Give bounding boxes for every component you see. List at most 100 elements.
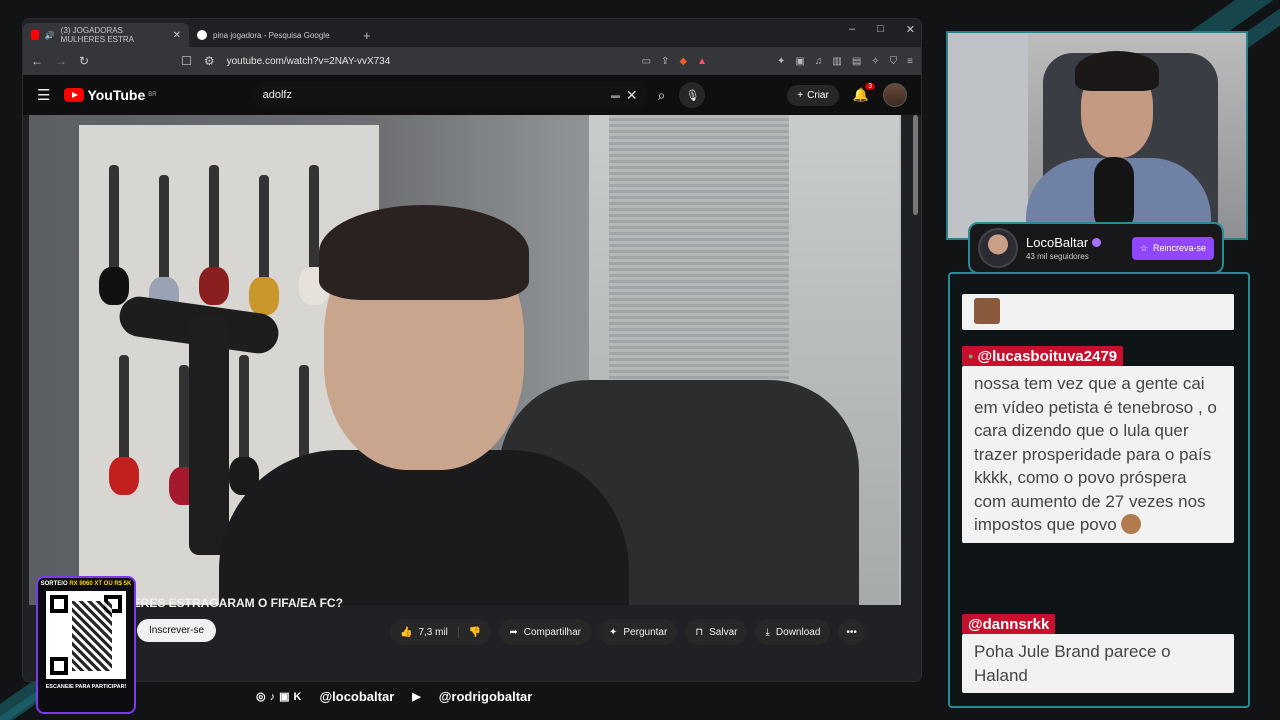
create-button[interactable]: + Criar xyxy=(787,84,839,106)
maximize-button[interactable]: □ xyxy=(877,23,884,36)
person-hair xyxy=(319,205,529,300)
reload-icon[interactable]: ↻ xyxy=(79,54,89,68)
video-player[interactable] xyxy=(29,115,901,605)
page-scrollbar[interactable] xyxy=(913,115,918,215)
giveaway-qr-panel: SORTEIO RX 9060 XT OU R$ 5K ESCANEIE PAR… xyxy=(36,576,136,714)
social-handle: @locobaltar xyxy=(319,689,395,704)
bookmark-icon: ⊓ xyxy=(695,626,704,638)
download-button[interactable]: ⤓ Download xyxy=(755,619,831,645)
chat-message: Poha Jule Brand parece o Haland xyxy=(962,634,1234,693)
youtube-logo[interactable]: YouTube BR xyxy=(64,87,157,103)
youtube-favicon-icon xyxy=(31,30,39,40)
subscribe-button[interactable]: Inscrever-se xyxy=(137,619,217,642)
wallet-icon[interactable]: ▤ xyxy=(852,56,861,67)
tab-label: (3) JOGADORAS MULHERES ESTRA xyxy=(60,26,135,44)
speaker-icon: 🔊 xyxy=(44,30,55,40)
chat-author: ● @lucasboituva2479 xyxy=(962,346,1124,366)
forward-icon[interactable]: → xyxy=(55,54,67,68)
like-button[interactable]: 👍 7,3 mil xyxy=(390,626,459,638)
chat-author: @dannsrkk xyxy=(962,614,1056,634)
rewards-icon[interactable]: ▲ xyxy=(697,56,707,67)
user-thumbnail xyxy=(974,298,1000,324)
save-button[interactable]: ⊓ Salvar xyxy=(685,619,748,645)
address-bar: ← → ↻ ☐ ⚙ youtube.com/watch?v=2NAY-vvX73… xyxy=(23,47,921,75)
tab-youtube[interactable]: 🔊 (3) JOGADORAS MULHERES ESTRA ✕ xyxy=(23,23,189,47)
extension-icon[interactable]: ✦ xyxy=(777,56,785,67)
resubscribe-button[interactable]: ☆ Reincreva-se xyxy=(1131,236,1214,260)
hamburger-menu-icon[interactable]: ☰ xyxy=(37,86,50,104)
minimize-button[interactable]: – xyxy=(849,23,855,36)
search-icon[interactable]: ⌕ xyxy=(658,87,666,104)
webcam-feed xyxy=(946,31,1248,240)
twitch-icon: ▣ xyxy=(279,691,290,703)
download-icon: ⤓ xyxy=(765,626,770,638)
channel-card: LocoBaltar 43 mil seguidores ☆ Reincreva-… xyxy=(968,222,1224,274)
instagram-icon: ◎ xyxy=(256,691,266,703)
search-input[interactable]: adolfz ▬ ✕ xyxy=(252,81,648,109)
social-handles: ◎ ♪ ▣ K @locobaltar ▶ @rodrigobaltar xyxy=(256,689,532,704)
social-icons: ◎ ♪ ▣ K xyxy=(256,690,302,704)
video-actions: 👍 7,3 mil 👎 ➦ Compartilhar ✦ Perguntar ⊓ Sal… xyxy=(390,619,865,645)
youtube-play-icon xyxy=(64,88,85,102)
notifications-icon[interactable]: 🔔 3 xyxy=(853,83,875,103)
ai-icon[interactable]: ✧ xyxy=(871,56,879,67)
kick-icon: K xyxy=(293,690,302,703)
bookmark-icon[interactable]: ☐ xyxy=(181,54,192,68)
avatar[interactable] xyxy=(883,83,907,107)
chat-message: nossa tem vez que a gente cai em vídeo p… xyxy=(962,366,1234,543)
youtube-header: ☰ YouTube BR adolfz ▬ ✕ ⌕ 🎙 + Criar 🔔 3 xyxy=(23,75,921,115)
person-shirt xyxy=(219,450,629,605)
search-query: adolfz xyxy=(262,89,292,101)
google-favicon-icon xyxy=(197,30,207,40)
url-field[interactable]: youtube.com/watch?v=2NAY-vvX734 xyxy=(227,56,630,67)
sparkle-icon: ✦ xyxy=(609,626,618,638)
extensions-toolbar: ▭ ⇪ ◆ ▲ ✦ ▣ ♫ ▥ ▤ ✧ ⛉ ≡ xyxy=(642,56,913,67)
window-controls: – □ ✕ xyxy=(849,23,915,36)
microphone xyxy=(189,315,229,555)
tab-bar: 🔊 (3) JOGADORAS MULHERES ESTRA ✕ pina jo… xyxy=(23,19,921,47)
brave-shield-icon[interactable]: ◆ xyxy=(679,56,687,67)
back-icon[interactable]: ← xyxy=(31,54,43,68)
ask-button[interactable]: ✦ Perguntar xyxy=(599,619,678,645)
social-handle: @rodrigobaltar xyxy=(438,689,533,704)
tiktok-icon: ♪ xyxy=(269,690,276,703)
verified-icon xyxy=(1092,238,1102,247)
follower-count: 43 mil seguidores xyxy=(1026,252,1089,261)
vpn-icon[interactable]: ⛉ xyxy=(890,56,898,67)
plus-icon: + xyxy=(797,89,804,101)
youtube-icon: ▶ xyxy=(412,691,421,703)
giveaway-title: SORTEIO RX 9060 XT OU R$ 5K xyxy=(40,581,132,587)
sidebar-icon[interactable]: ▥ xyxy=(832,56,841,67)
menu-icon[interactable]: ≡ xyxy=(907,56,913,67)
like-dislike-group: 👍 7,3 mil 👎 xyxy=(390,619,492,645)
share-icon[interactable]: ⇪ xyxy=(661,56,669,67)
qr-code[interactable] xyxy=(46,591,126,679)
channel-avatar xyxy=(978,228,1018,268)
badge-icon: ● xyxy=(968,351,974,361)
qr-instruction: ESCANEIE PARA PARTICIPAR! xyxy=(45,684,127,690)
tab-google[interactable]: pina jogadora - Pesquisa Google xyxy=(189,23,355,47)
close-window-button[interactable]: ✕ xyxy=(906,23,915,36)
more-actions-button[interactable]: ••• xyxy=(838,619,865,645)
dislike-button[interactable]: 👎 xyxy=(459,627,491,638)
clear-search-icon[interactable]: ✕ xyxy=(626,87,638,104)
channel-name: LocoBaltar xyxy=(1026,235,1102,250)
cast-icon[interactable]: ▭ xyxy=(642,56,651,67)
tab-label: pina jogadora - Pesquisa Google xyxy=(213,30,330,40)
voice-search-icon[interactable]: 🎙 xyxy=(679,82,706,108)
video-title: HERES ESTRAGARAM O FIFA/EA FC? xyxy=(124,596,343,610)
keyboard-icon[interactable]: ▬ xyxy=(611,90,620,100)
chat-panel: ● @lucasboituva2479 nossa tem vez que a … xyxy=(948,272,1250,708)
close-tab-icon[interactable]: ✕ xyxy=(173,30,181,41)
share-button[interactable]: ➦ Compartilhar xyxy=(499,619,591,645)
music-icon[interactable]: ♫ xyxy=(815,56,823,67)
chat-message xyxy=(962,294,1234,330)
browser-window: 🔊 (3) JOGADORAS MULHERES ESTRA ✕ pina jo… xyxy=(23,19,921,681)
site-info-icon[interactable]: ⚙ xyxy=(204,54,215,68)
share-arrow-icon: ➦ xyxy=(509,626,518,638)
new-tab-button[interactable]: + xyxy=(355,23,379,47)
thumbs-up-icon: 👍 xyxy=(400,626,413,638)
screenshot-icon[interactable]: ▣ xyxy=(795,56,804,67)
notification-badge: 3 xyxy=(865,83,875,90)
emoji-icon xyxy=(1121,514,1142,534)
